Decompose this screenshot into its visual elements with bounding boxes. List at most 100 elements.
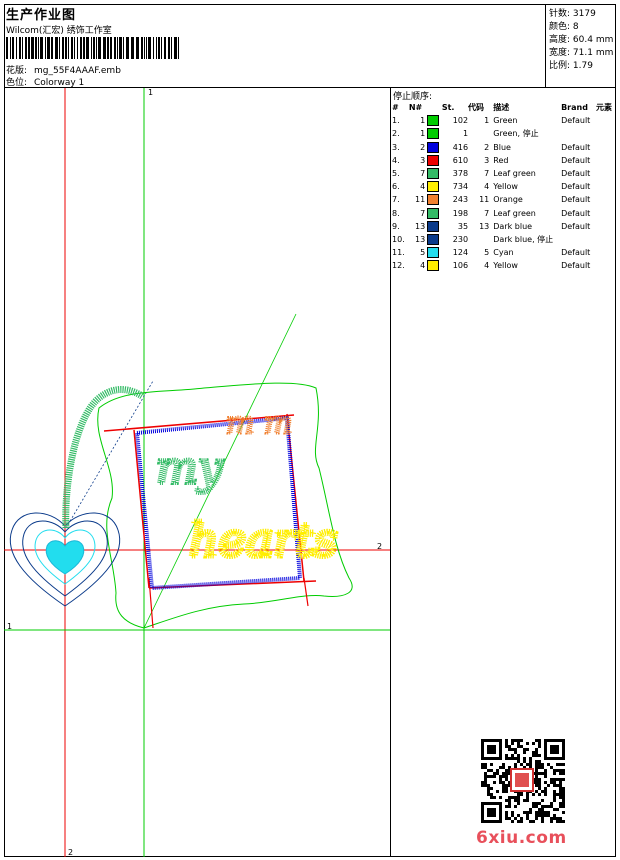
colorway-row: 色位: Colorway 1 — [6, 75, 84, 88]
color-swatch — [427, 220, 442, 233]
stitch-count: 416 — [452, 142, 469, 152]
table-header-row: # N# St. 代码 描述 Brand 元素 — [392, 101, 616, 114]
brand: Default — [561, 116, 591, 126]
col-header-no: # — [392, 103, 398, 113]
color-code — [468, 127, 493, 140]
guide-label-bottom: 2 — [68, 848, 73, 857]
color-description: Green, 停止 — [493, 129, 539, 139]
brand — [561, 127, 596, 140]
row-number: 12. — [392, 261, 405, 271]
stat-width: 宽度: 71.1 mm — [549, 45, 613, 58]
color-swatch — [427, 193, 442, 206]
leaf-stem — [62, 386, 144, 529]
color-code: 3 — [484, 155, 490, 165]
needle-number: 5 — [420, 248, 426, 258]
color-swatch — [427, 127, 442, 140]
row-number: 1. — [392, 116, 400, 126]
color-code: 4 — [484, 182, 490, 192]
color-description: Leaf green — [493, 208, 536, 218]
color-description: Dark blue, 停止 — [493, 234, 554, 244]
stitch-count: 734 — [452, 182, 469, 192]
panel-divider — [390, 88, 391, 857]
stat-value: 8 — [572, 22, 579, 32]
table-row: 5. 7 378 7 Leaf green Default — [392, 167, 616, 180]
color-swatch — [427, 180, 442, 193]
row-number: 7. — [392, 195, 400, 205]
row-number: 3. — [392, 142, 400, 152]
stitch-count: 124 — [452, 248, 469, 258]
element — [596, 141, 616, 154]
company-name: Wilcom(汇宏) 绣饰工作室 — [6, 26, 112, 36]
stat-height: 高度: 60.4 mm — [549, 32, 613, 45]
table-row: 6. 4 734 4 Yellow Default — [392, 180, 616, 193]
element — [596, 180, 616, 193]
swatch-box — [427, 194, 440, 206]
colorway-label: 色位: — [6, 78, 28, 88]
color-description: Cyan — [493, 248, 514, 258]
swatch-box — [427, 168, 440, 180]
color-swatch — [427, 259, 442, 272]
frame-red-tail-right — [303, 577, 309, 607]
table-row: 3. 2 416 2 Blue Default — [392, 141, 616, 154]
stitch-count: 230 — [452, 234, 469, 244]
table-row: 10. 13 230 Dark blue, 停止 — [392, 233, 616, 246]
needle-number: 3 — [420, 155, 426, 165]
element — [596, 114, 616, 127]
guide-label-top: 1 — [148, 88, 153, 97]
needle-number: 1 — [420, 116, 426, 126]
color-code: 11 — [479, 195, 490, 205]
color-code: 4 — [484, 261, 490, 271]
swatch-box — [427, 207, 440, 219]
needle-number: 1 — [420, 129, 426, 139]
swatch-box — [427, 220, 440, 232]
color-description: Orange — [493, 195, 523, 205]
heart-fill — [45, 540, 85, 575]
green-outline — [97, 382, 353, 629]
element — [596, 220, 616, 233]
brand: Default — [561, 169, 591, 179]
col-header-desc: 描述 — [493, 103, 510, 113]
text-top-orange: m m — [226, 406, 292, 441]
stat-scale: 比例: 1.79 — [549, 58, 593, 71]
color-description: Green — [493, 116, 518, 126]
qr-code — [481, 739, 565, 823]
brand — [561, 233, 596, 246]
color-description: Leaf green — [493, 169, 536, 179]
swatch-box — [427, 260, 440, 272]
stat-stitches: 针数: 3179 — [549, 6, 596, 19]
brand: Default — [561, 142, 591, 152]
needle-number: 13 — [415, 221, 426, 231]
stitch-count: 1 — [462, 129, 469, 139]
stop-sequence-table: # N# St. 代码 描述 Brand 元素 1. 1 102 1 Green Defa… — [392, 101, 616, 272]
color-description: Dark blue — [493, 221, 533, 231]
element — [596, 167, 616, 180]
color-swatch — [427, 207, 442, 220]
color-swatch — [427, 154, 442, 167]
stat-value: 1.79 — [572, 61, 593, 71]
text-hearts: hearts — [189, 513, 337, 567]
stat-label: 宽度: — [549, 48, 571, 58]
swatch-box — [427, 247, 440, 259]
col-header-code: 代码 — [468, 103, 485, 113]
color-swatch — [427, 233, 442, 246]
row-number: 5. — [392, 169, 400, 179]
swatch-box — [427, 115, 440, 127]
element — [596, 127, 616, 140]
table-row: 11. 5 124 5 Cyan Default — [392, 246, 616, 259]
stitch-count: 35 — [457, 221, 469, 231]
frame-red-left — [133, 429, 150, 589]
table-row: 2. 1 1 Green, 停止 — [392, 127, 616, 140]
stat-label: 颜色: — [549, 22, 571, 32]
table-row: 8. 7 198 7 Leaf green Default — [392, 207, 616, 220]
color-description: Blue — [493, 142, 511, 152]
color-description: Red — [493, 155, 509, 165]
brand: Default — [561, 261, 591, 271]
stat-value: 71.1 mm — [572, 48, 614, 58]
stat-colors: 颜色: 8 — [549, 19, 579, 32]
stat-label: 针数: — [549, 9, 571, 19]
stat-label: 比例: — [549, 61, 571, 71]
stitch-count: 198 — [452, 208, 469, 218]
guide-label-right: 2 — [377, 542, 382, 551]
needle-number: 2 — [420, 142, 426, 152]
needle-number: 13 — [415, 234, 426, 244]
